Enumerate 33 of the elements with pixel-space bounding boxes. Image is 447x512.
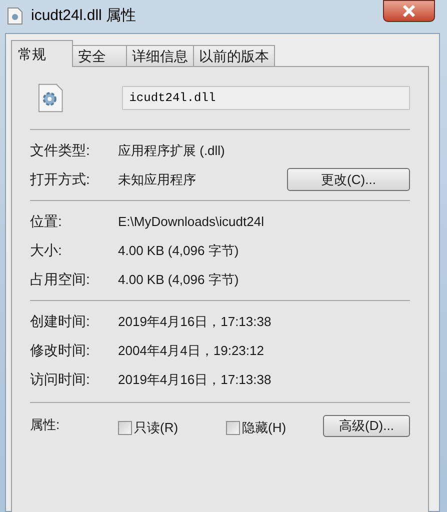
- window-title: icudt24l.dll 属性: [31, 6, 136, 26]
- field-label: 占用空间:: [30, 270, 91, 289]
- field-value: 未知应用程序: [118, 170, 196, 189]
- advanced-button[interactable]: 高级(D)...: [323, 415, 410, 437]
- field-label: 打开方式:: [30, 170, 91, 189]
- field-label: 属性:: [30, 416, 61, 434]
- field-label: 修改时间:: [30, 341, 91, 360]
- field-value: 2019年4月16日，17:13:38: [118, 370, 272, 389]
- field-label: 文件类型:: [30, 141, 91, 160]
- field-value: 4.00 KB (4,096 字节): [118, 270, 239, 289]
- tab[interactable]: 常规: [11, 40, 73, 67]
- field-label: 访问时间:: [30, 370, 91, 389]
- close-button[interactable]: [383, 0, 435, 22]
- checkbox-label: 只读(R): [134, 419, 180, 437]
- field-value: 2004年4月4日，19:23:12: [118, 342, 264, 360]
- field-value: 4.00 KB (4,096 字节): [118, 242, 239, 260]
- close-icon: [402, 5, 416, 17]
- field-value: 2019年4月16日，17:13:38: [118, 312, 272, 331]
- tab[interactable]: 安全: [73, 45, 127, 67]
- change-button[interactable]: 更改(C)...: [287, 168, 410, 191]
- gear-file-icon: [38, 83, 64, 113]
- field-label: 大小:: [30, 241, 63, 260]
- tab[interactable]: 详细信息: [127, 45, 194, 67]
- checkbox[interactable]: [226, 420, 240, 435]
- field-value: E:\MyDownloads\icudt24l: [118, 212, 264, 231]
- document-icon: [7, 7, 23, 25]
- checkbox-label: 隐藏(H): [242, 419, 288, 437]
- field-label: 创建时间:: [30, 312, 91, 331]
- tab[interactable]: 以前的版本: [194, 45, 275, 67]
- field-label: 位置:: [30, 212, 63, 231]
- file-name-field[interactable]: icudt24l.dll: [122, 86, 410, 110]
- checkbox[interactable]: [118, 420, 132, 435]
- field-value: 应用程序扩展 (.dll): [118, 142, 225, 160]
